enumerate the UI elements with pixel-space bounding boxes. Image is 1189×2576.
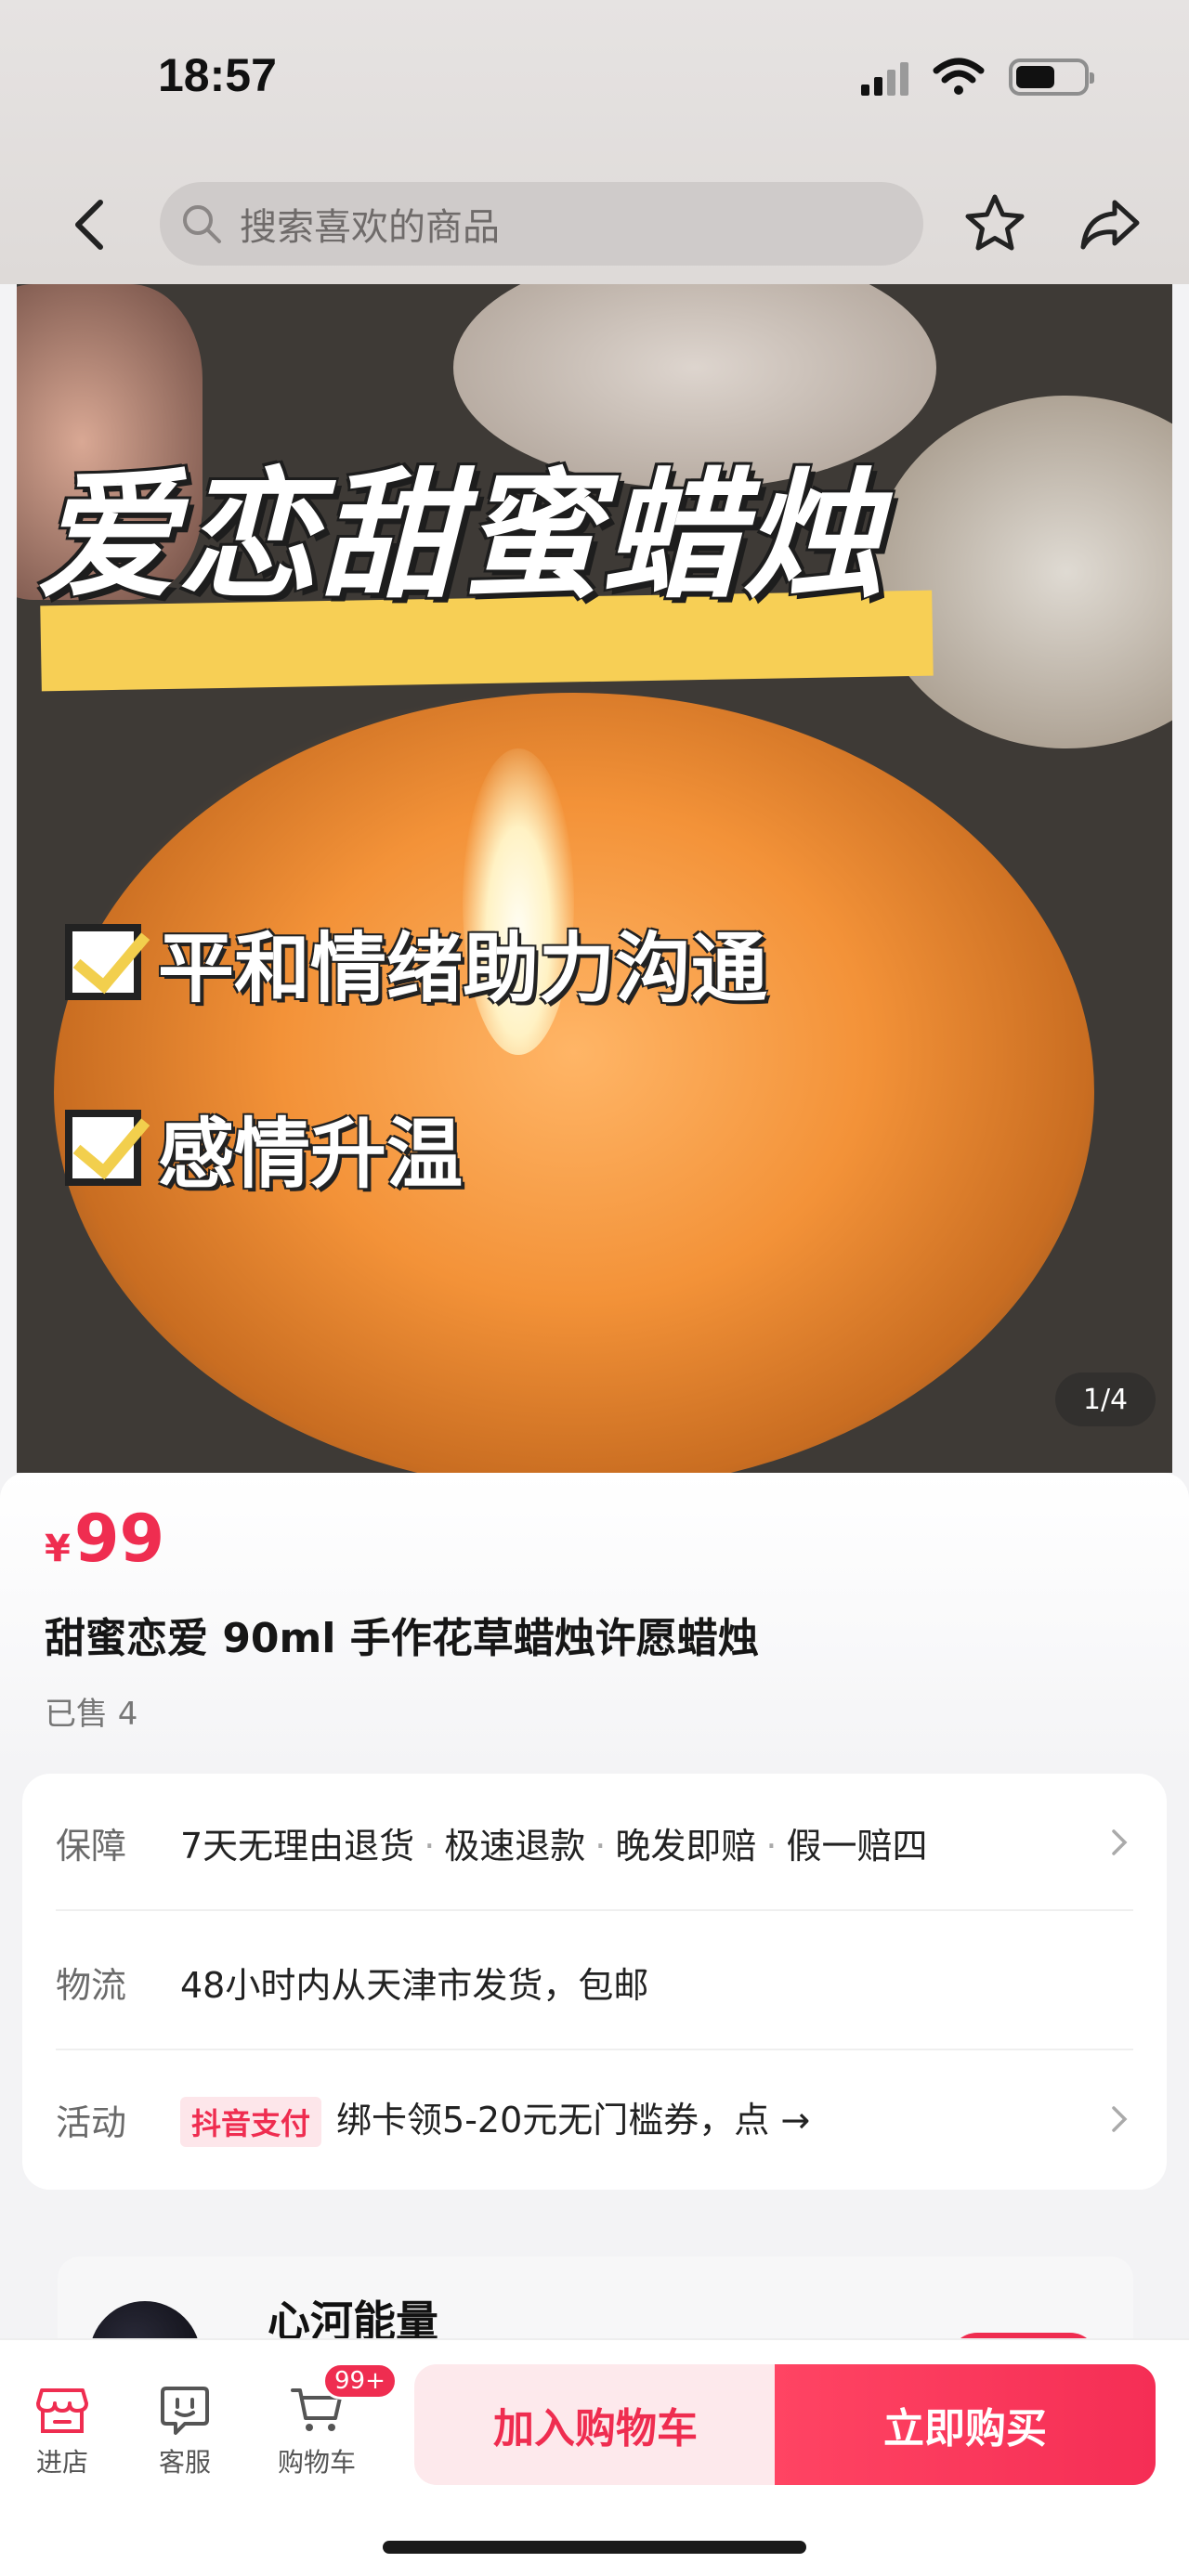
promo-row[interactable]: 活动 抖音支付 绑卡领5-20元无门槛券，点 → [22,2050,1167,2188]
cart-count-badge: 99+ [322,2362,398,2400]
buy-now-button[interactable]: 立即购买 [775,2364,1156,2485]
search-icon [183,205,221,243]
hero-feature-text: 平和情绪助力沟通 [158,925,768,1013]
home-indicator [383,2541,806,2554]
sold-count: 已售 4 [45,1696,138,1733]
logistics-value: 48小时内从天津市发货，包邮 [180,1964,649,2006]
hero-headline: 爱恋甜蜜蜡烛 [37,456,885,618]
promo-label: 活动 [56,2101,127,2143]
image-pager: 1/4 [1055,1373,1156,1426]
hero-feature: 平和情绪助力沟通 [65,906,767,1017]
promo-value: 绑卡领5-20元无门槛券，点 → [336,2099,811,2140]
guarantee-label: 保障 [56,1825,127,1867]
logistics-row: 物流 48小时内从天津市发货，包邮 [22,1913,1167,2050]
checkbox-icon [65,1109,141,1186]
cart-label: 购物车 [277,2447,356,2478]
guarantee-item: 7天无理由退货 [180,1825,415,1867]
guarantee-item: 极速退款 [444,1825,586,1867]
guarantee-item: 假一赔四 [786,1825,928,1867]
price-card: ¥ 99 甜蜜恋爱 90ml 手作花草蜡烛许愿蜡烛 已售 4 [0,1473,1189,1770]
share-icon [1080,200,1140,250]
douyin-pay-badge: 抖音支付 [180,2097,322,2148]
battery-icon [1009,59,1094,96]
price: ¥ 99 [45,1501,164,1577]
currency-symbol: ¥ [45,1528,71,1570]
hero-feature: 感情升温 [65,1092,463,1203]
store-tab[interactable]: 进店 [11,2381,113,2479]
search-input[interactable]: 搜索喜欢的商品 [160,182,923,266]
cart-tab[interactable]: 99+ 购物车 [266,2362,398,2479]
product-title: 甜蜜恋爱 90ml 手作花草蜡烛许愿蜡烛 [45,1615,759,1662]
nav-bar: 搜索喜欢的商品 [0,178,1189,271]
share-button[interactable] [1078,191,1143,256]
promo-content: 抖音支付 绑卡领5-20元无门槛券，点 → [180,2091,810,2148]
jar-decoration [871,396,1172,748]
store-label: 进店 [35,2447,88,2478]
cellular-signal-icon [861,59,908,96]
star-icon [965,194,1025,251]
price-value: 99 [73,1501,165,1577]
favorite-button[interactable] [962,191,1027,256]
guarantee-row[interactable]: 保障 7天无理由退货 · 极速退款 · 晚发即赔 · 假一赔四 [22,1774,1167,1911]
hero-feature-text: 感情升温 [158,1111,464,1199]
chat-icon [161,2387,209,2435]
back-button[interactable] [61,197,117,253]
guarantee-item: 晚发即赔 [615,1825,757,1867]
add-to-cart-button[interactable]: 加入购物车 [414,2364,777,2485]
product-image-carousel[interactable]: 爱恋甜蜜蜡烛 平和情绪助力沟通 感情升温 1/4 [17,284,1172,1473]
status-time: 18:57 [158,49,277,101]
wifi-icon [933,58,985,95]
service-info-card: 保障 7天无理由退货 · 极速退款 · 晚发即赔 · 假一赔四 物流 48小时内从天津市发货… [22,1774,1167,2190]
chevron-right-icon [1112,2106,1128,2132]
store-icon [36,2388,88,2433]
status-icons [861,58,1094,97]
search-placeholder: 搜索喜欢的商品 [240,206,500,249]
customer-service-tab[interactable]: 客服 [134,2381,236,2479]
candle-glow [54,693,1094,1473]
cart-icon-wrap: 99+ [289,2362,398,2437]
logistics-label: 物流 [56,1964,127,2006]
checkbox-icon [65,923,141,1000]
divider [56,1909,1133,1911]
top-bar: 18:57 搜索喜欢的商品 [0,0,1189,284]
guarantee-items: 7天无理由退货 · 极速退款 · 晚发即赔 · 假一赔四 [180,1825,928,1867]
back-arrow-icon [75,200,103,250]
service-label: 客服 [158,2447,211,2478]
chevron-right-icon [1112,1829,1128,1855]
